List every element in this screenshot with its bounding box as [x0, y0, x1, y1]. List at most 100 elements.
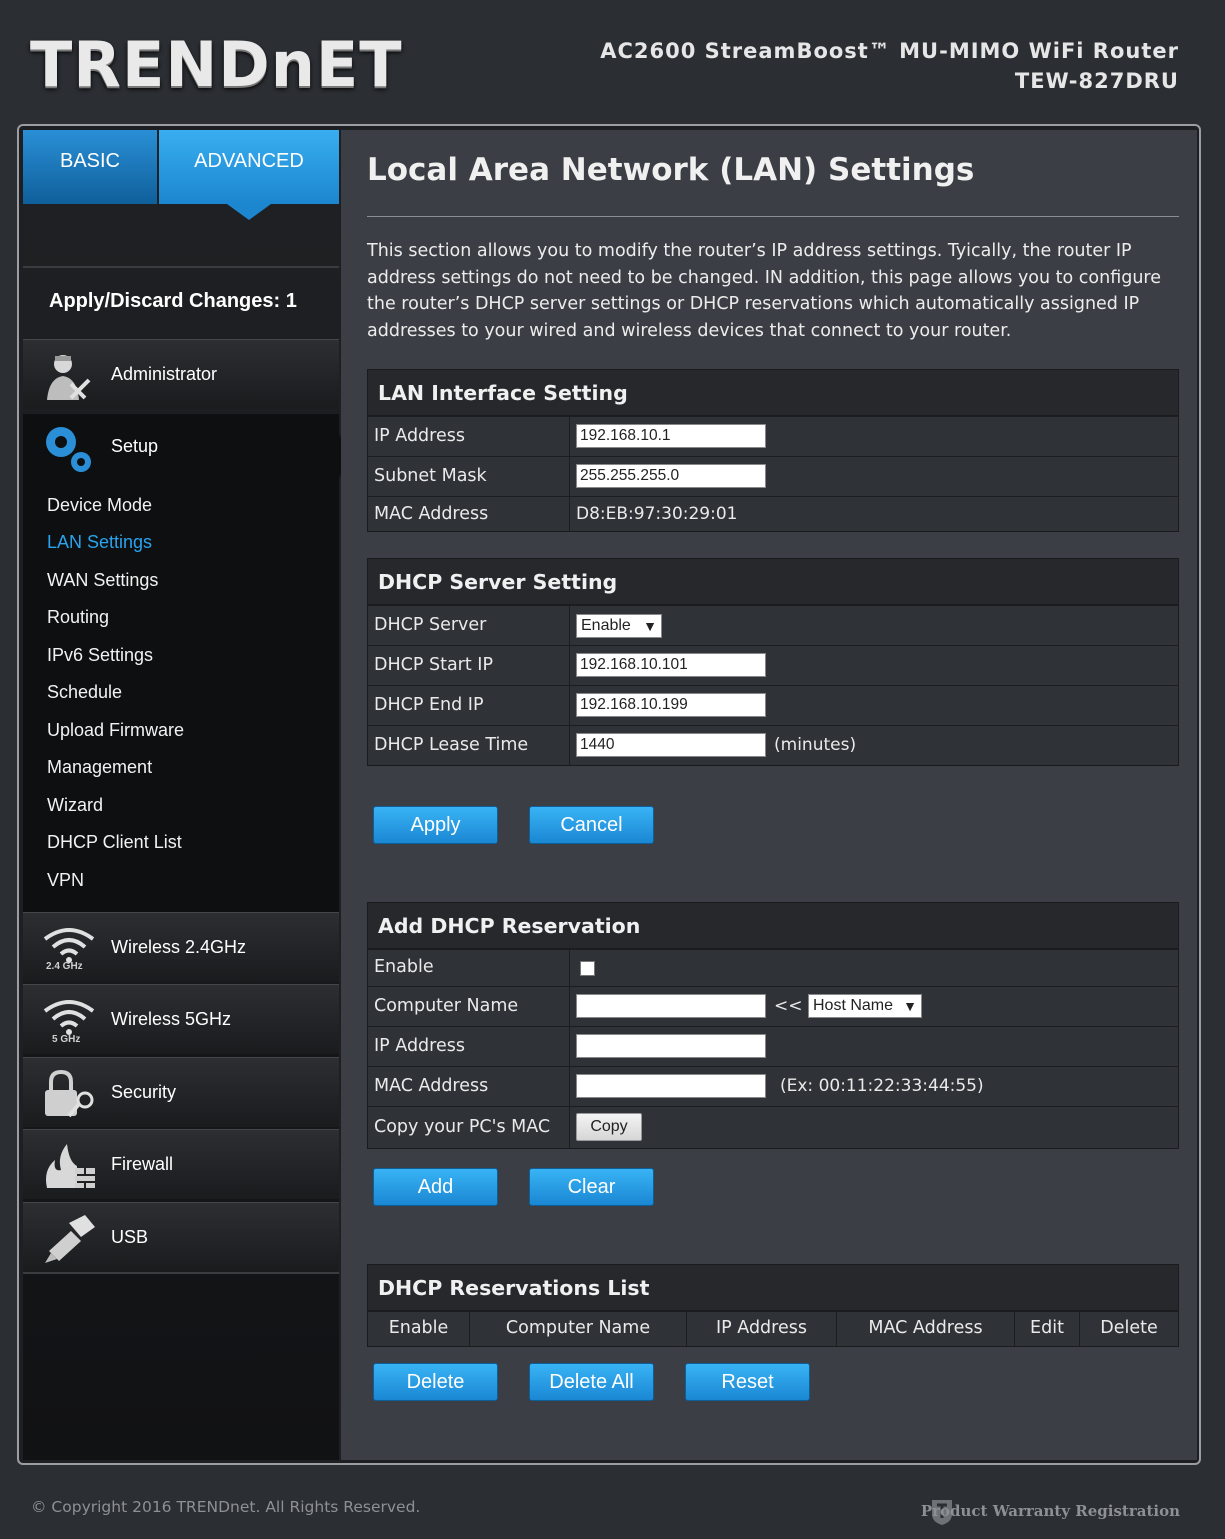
dhcp-end-ip-input[interactable]: 192.168.10.199 [576, 693, 766, 717]
dhcp-server-select[interactable]: Enable ▼ [576, 614, 662, 638]
divider [367, 216, 1179, 217]
sidebar-item-wireless-5ghz[interactable]: 5 GHz Wireless 5GHz [23, 984, 339, 1054]
product-warranty-link[interactable]: Product Warranty Registration [921, 1502, 1180, 1520]
field-label: DHCP End IP [368, 686, 570, 725]
submenu-ipv6-settings[interactable]: IPv6 Settings [47, 645, 153, 666]
panel-heading: LAN Interface Setting [368, 370, 1178, 416]
field-label: Copy your PC's MAC [368, 1107, 570, 1148]
copy-arrows: << [774, 996, 803, 1016]
main-frame: BASIC ADVANCED Apply/Discard Changes: 1 … [17, 124, 1201, 1465]
copy-mac-button[interactable]: Copy [576, 1113, 642, 1141]
clear-button[interactable]: Clear [529, 1168, 654, 1206]
subnet-mask-row: Subnet Mask 255.255.255.0 [368, 456, 1178, 496]
chevron-down-icon: ▼ [903, 998, 917, 1014]
host-name-select[interactable]: Host Name ▼ [808, 994, 922, 1018]
submenu-device-mode[interactable]: Device Mode [47, 495, 152, 516]
computer-name-input[interactable] [576, 994, 766, 1018]
divider [23, 1272, 339, 1274]
panel-heading: Add DHCP Reservation [368, 903, 1178, 949]
submenu-schedule[interactable]: Schedule [47, 682, 122, 703]
reservation-mac-input[interactable] [576, 1074, 766, 1098]
page-title: Local Area Network (LAN) Settings [367, 152, 975, 188]
tab-advanced[interactable]: ADVANCED [159, 130, 339, 220]
apply-discard-changes-link[interactable]: Apply/Discard Changes: 1 [49, 290, 297, 313]
divider [23, 266, 339, 268]
delete-all-button[interactable]: Delete All [529, 1363, 654, 1401]
product-name: AC2600 StreamBoost™ MU-MIMO WiFi Router [600, 39, 1179, 63]
dhcp-start-ip-input[interactable]: 192.168.10.101 [576, 653, 766, 677]
intro-text: This section allows you to modify the ro… [367, 241, 1162, 341]
dhcp-end-row: DHCP End IP 192.168.10.199 [368, 685, 1178, 725]
mac-format-hint: (Ex: 00:11:22:33:44:55) [780, 1076, 984, 1096]
reset-button[interactable]: Reset [685, 1363, 810, 1401]
sidebar-item-label: Security [111, 1082, 177, 1102]
subnet-mask-input[interactable]: 255.255.255.0 [576, 464, 766, 488]
sidebar-item-wireless-24ghz[interactable]: 2.4 GHz Wireless 2.4GHz [23, 912, 339, 982]
sidebar-item-firewall[interactable]: Firewall [23, 1129, 339, 1199]
sidebar-item-label: USB [111, 1227, 149, 1247]
sidebar-item-label: Wireless 2.4GHz [111, 937, 247, 957]
sidebar-section-setup: Setup Device Mode LAN Settings WAN Setti… [23, 414, 351, 912]
submenu-dhcp-client-list[interactable]: DHCP Client List [47, 832, 182, 853]
sidebar-item-administrator[interactable]: Administrator [23, 339, 339, 409]
sidebar-item-setup[interactable]: Setup [111, 436, 158, 457]
dhcp-server-row: DHCP Server Enable ▼ [368, 605, 1178, 645]
cancel-button[interactable]: Cancel [529, 806, 654, 844]
product-model: TEW-827DRU [1014, 69, 1179, 93]
field-label: Subnet Mask [368, 457, 570, 496]
reservation-enable-row: Enable [368, 949, 1178, 986]
mac-address-value: D8:EB:97:30:29:01 [576, 504, 738, 524]
mode-tabs: BASIC ADVANCED [23, 130, 339, 220]
dhcp-start-row: DHCP Start IP 192.168.10.101 [368, 645, 1178, 685]
submenu-wizard[interactable]: Wizard [47, 795, 103, 816]
administrator-icon [47, 355, 91, 400]
sidebar-item-security[interactable]: Security [23, 1057, 339, 1127]
lan-ip-input[interactable]: 192.168.10.1 [576, 424, 766, 448]
panel-heading: DHCP Server Setting [368, 559, 1178, 605]
sidebar-item-usb[interactable]: USB [23, 1202, 339, 1272]
field-label: MAC Address [368, 1067, 570, 1106]
tab-basic[interactable]: BASIC [23, 130, 157, 204]
copyright-text: © Copyright 2016 TRENDnet. All Rights Re… [31, 1498, 421, 1516]
apply-button[interactable]: Apply [373, 806, 498, 844]
mac-address-row: MAC Address D8:EB:97:30:29:01 [368, 496, 1178, 531]
reservation-enable-checkbox[interactable] [580, 961, 595, 976]
sidebar-item-label: Firewall [111, 1154, 174, 1174]
submenu-lan-settings[interactable]: LAN Settings [47, 532, 152, 553]
add-reservation-panel: Add DHCP Reservation Enable Computer Nam… [367, 902, 1179, 1149]
field-label: MAC Address [368, 497, 570, 531]
select-value: Enable [581, 617, 631, 634]
copy-mac-row: Copy your PC's MAC Copy [368, 1106, 1178, 1148]
add-button[interactable]: Add [373, 1168, 498, 1206]
submenu-upload-firmware[interactable]: Upload Firmware [47, 720, 184, 741]
lease-unit: (minutes) [774, 735, 857, 755]
computer-name-row: Computer Name << Host Name ▼ [368, 986, 1178, 1026]
lan-interface-panel: LAN Interface Setting IP Address 192.168… [367, 369, 1179, 532]
panel-heading: DHCP Reservations List [368, 1265, 1178, 1311]
column-header: MAC Address [837, 1312, 1015, 1346]
field-label: Computer Name [368, 987, 570, 1026]
gears-icon [46, 427, 91, 472]
field-label: Enable [368, 950, 570, 986]
column-header: Edit [1015, 1312, 1080, 1346]
content-area: Local Area Network (LAN) Settings This s… [341, 130, 1197, 1460]
dhcp-server-panel: DHCP Server Setting DHCP Server Enable ▼… [367, 558, 1179, 766]
dhcp-lease-row: DHCP Lease Time 1440 (minutes) [368, 725, 1178, 765]
submenu-management[interactable]: Management [47, 757, 152, 778]
chevron-down-icon: ▼ [643, 618, 657, 634]
column-header: Delete [1100, 1318, 1158, 1338]
field-label: DHCP Server [368, 606, 570, 645]
usb-icon [45, 1215, 95, 1263]
column-header: IP Address [687, 1312, 837, 1346]
delete-button[interactable]: Delete [373, 1363, 498, 1401]
dhcp-lease-time-input[interactable]: 1440 [576, 733, 766, 757]
submenu-wan-settings[interactable]: WAN Settings [47, 570, 158, 591]
submenu-vpn[interactable]: VPN [47, 870, 84, 891]
sidebar-item-label: Administrator [111, 364, 218, 384]
trendnet-logo: TRENDnET [30, 28, 403, 101]
reservation-ip-input[interactable] [576, 1034, 766, 1058]
sidebar: BASIC ADVANCED Apply/Discard Changes: 1 … [23, 130, 351, 1460]
submenu-routing[interactable]: Routing [47, 607, 109, 628]
reservation-mac-row: MAC Address (Ex: 00:11:22:33:44:55) [368, 1066, 1178, 1106]
column-header: Enable [368, 1312, 470, 1346]
